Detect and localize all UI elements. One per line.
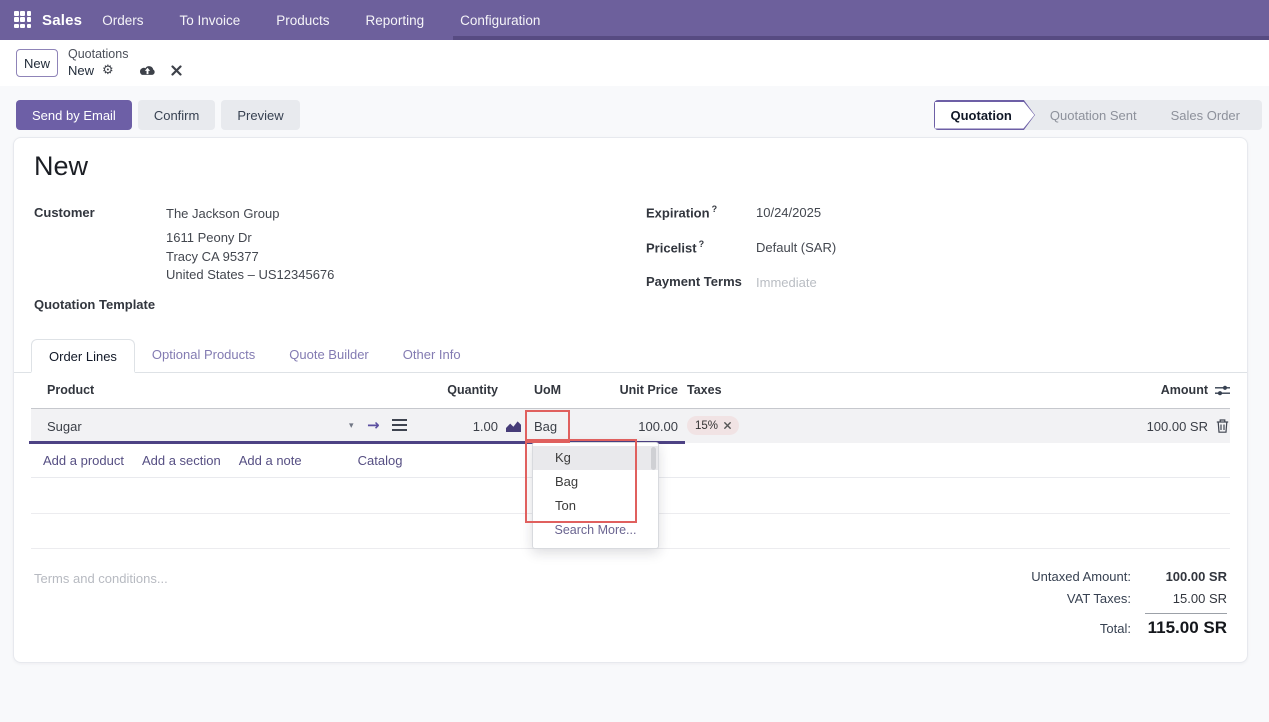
new-record-button[interactable]: New [16, 49, 58, 77]
col-unit-price[interactable]: Unit Price [591, 383, 678, 397]
pricelist-field[interactable]: Default (SAR) [756, 240, 836, 255]
optional-columns-icon[interactable] [1215, 384, 1230, 397]
tab-order-lines[interactable]: Order Lines [31, 339, 135, 373]
uom-option-bag[interactable]: Bag [533, 470, 658, 494]
vat-taxes-value: 15.00 SR [1131, 591, 1227, 606]
nav-item-reporting[interactable]: Reporting [366, 13, 425, 28]
tab-quote-builder[interactable]: Quote Builder [272, 338, 386, 372]
uom-dropdown: Kg Bag Ton Search More... [532, 442, 659, 549]
total-label: Total: [1100, 621, 1131, 636]
sales-quotation-screen: Sales Orders To Invoice Products Reporti… [0, 0, 1269, 722]
pricelist-label: Pricelist? [646, 239, 704, 255]
forecast-chart-icon[interactable] [505, 420, 522, 433]
total-value: 115.00 SR [1131, 618, 1227, 638]
uom-option-kg[interactable]: Kg [533, 446, 658, 470]
order-line-row[interactable]: Sugar ▾ → 1.00 Bag 100.00 15% 100.00 SR [31, 409, 1230, 443]
customer-label: Customer [34, 205, 95, 220]
untaxed-amount-label: Untaxed Amount: [1031, 569, 1131, 584]
search-more-link[interactable]: Search More... [533, 523, 658, 537]
action-bar: Send by Email Confirm Preview Quotation … [0, 95, 1269, 137]
nav-item-orders[interactable]: Orders [102, 13, 143, 28]
add-a-note-link[interactable]: Add a note [239, 453, 302, 468]
order-lines-header: Product Quantity UoM Unit Price Taxes Am… [31, 373, 1230, 409]
customer-name-field[interactable]: The Jackson Group [166, 206, 279, 221]
col-product[interactable]: Product [47, 383, 94, 397]
col-amount[interactable]: Amount [1088, 383, 1208, 397]
tax-tag[interactable]: 15% [687, 416, 739, 435]
totals-block: Untaxed Amount: 100.00 SR VAT Taxes: 15.… [897, 569, 1227, 645]
preview-button[interactable]: Preview [221, 100, 299, 130]
internal-link-icon[interactable]: → [367, 416, 380, 434]
status-step-sales-order[interactable]: Sales Order [1145, 100, 1262, 130]
breadcrumb: Quotations New ⚙ [68, 47, 182, 78]
top-navbar: Sales Orders To Invoice Products Reporti… [0, 0, 1269, 40]
statusbar: Quotation Quotation Sent Sales Order [934, 100, 1263, 130]
quantity-cell[interactable]: 1.00 [411, 419, 498, 434]
nav-item-configuration[interactable]: Configuration [460, 13, 540, 28]
app-name[interactable]: Sales [42, 12, 82, 29]
control-panel: New Quotations New ⚙ [0, 40, 1269, 86]
total-separator [1145, 613, 1227, 614]
tax-remove-icon[interactable] [724, 422, 731, 429]
uom-option-ton[interactable]: Ton [533, 494, 658, 518]
col-quantity[interactable]: Quantity [411, 383, 498, 397]
confirm-button[interactable]: Confirm [138, 100, 216, 130]
cloud-save-icon[interactable] [138, 64, 157, 77]
add-a-product-link[interactable]: Add a product [43, 453, 124, 468]
notebook-tabs: Order Lines Optional Products Quote Buil… [14, 338, 1247, 373]
expiration-label: Expiration? [646, 204, 717, 220]
address-line-2: Tracy CA 95377 [166, 248, 334, 267]
discard-icon[interactable] [171, 65, 182, 76]
uom-cell[interactable]: Bag [534, 419, 557, 434]
col-taxes[interactable]: Taxes [687, 383, 722, 397]
record-title: New [34, 151, 88, 182]
form-sheet: New Customer The Jackson Group 1611 Peon… [13, 137, 1248, 663]
apps-grid-icon[interactable] [14, 11, 32, 29]
payment-terms-label: Payment Terms [646, 274, 742, 289]
breadcrumb-quotations-link[interactable]: Quotations [68, 47, 182, 62]
tab-optional-products[interactable]: Optional Products [135, 338, 272, 372]
send-by-email-button[interactable]: Send by Email [16, 100, 132, 130]
payment-terms-field[interactable]: Immediate [756, 275, 817, 290]
status-step-quotation-sent[interactable]: Quotation Sent [1024, 100, 1157, 130]
drag-handle-icon[interactable] [392, 424, 407, 426]
expiration-field[interactable]: 10/24/2025 [756, 205, 821, 220]
nav-item-products[interactable]: Products [276, 13, 329, 28]
dropdown-scrollbar[interactable] [651, 447, 656, 470]
tax-tag-label: 15% [695, 420, 718, 432]
col-uom[interactable]: UoM [534, 383, 561, 397]
tab-other-info[interactable]: Other Info [386, 338, 478, 372]
breadcrumb-current: New [68, 63, 94, 78]
nav-item-to-invoice[interactable]: To Invoice [179, 13, 240, 28]
address-line-3: United States – US12345676 [166, 266, 334, 285]
unit-price-cell[interactable]: 100.00 [591, 419, 678, 434]
add-a-section-link[interactable]: Add a section [142, 453, 221, 468]
untaxed-amount-value: 100.00 SR [1131, 569, 1227, 584]
help-icon[interactable]: ? [712, 204, 718, 214]
amount-cell: 100.00 SR [1088, 419, 1208, 434]
customer-address: 1611 Peony Dr Tracy CA 95377 United Stat… [166, 229, 334, 285]
vat-taxes-label: VAT Taxes: [1067, 591, 1131, 606]
gear-icon[interactable]: ⚙ [102, 63, 114, 78]
chevron-down-icon[interactable]: ▾ [349, 421, 354, 431]
status-step-quotation[interactable]: Quotation [934, 100, 1036, 130]
catalog-link[interactable]: Catalog [358, 453, 403, 468]
help-icon[interactable]: ? [699, 239, 705, 249]
address-line-1: 1611 Peony Dr [166, 229, 334, 248]
terms-and-conditions-input[interactable]: Terms and conditions... [34, 571, 168, 586]
quotation-template-label: Quotation Template [34, 297, 155, 312]
product-cell[interactable]: Sugar [47, 419, 82, 434]
trash-icon[interactable] [1216, 419, 1229, 433]
